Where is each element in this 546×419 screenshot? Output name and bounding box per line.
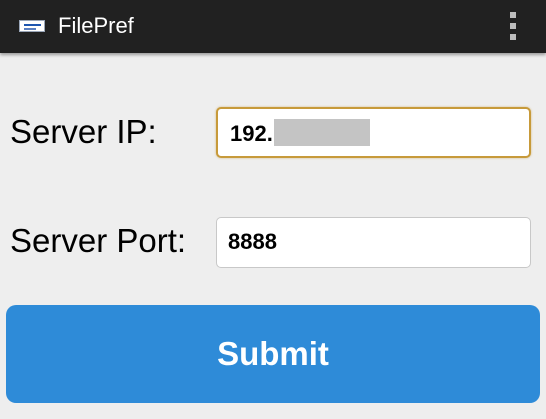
server-port-value: 8888 (228, 229, 277, 254)
menu-dot (510, 12, 516, 18)
server-ip-value: 192. (230, 121, 273, 146)
submit-button[interactable]: Submit (6, 305, 540, 403)
server-port-field[interactable]: 8888 (216, 217, 531, 268)
menu-dot (510, 23, 516, 29)
app-logo-stripe (24, 28, 36, 30)
action-bar: FilePref (0, 0, 546, 53)
more-vert-icon[interactable] (500, 8, 526, 44)
app-logo-stripe (24, 24, 41, 26)
server-port-label: Server Port: (10, 222, 187, 259)
redaction-block (274, 119, 370, 146)
server-ip-field[interactable]: 192. (216, 107, 531, 158)
server-ip-label: Server IP: (10, 113, 157, 150)
app-logo-icon (19, 20, 45, 32)
menu-dot (510, 34, 516, 40)
app-title: FilePref (58, 13, 134, 38)
